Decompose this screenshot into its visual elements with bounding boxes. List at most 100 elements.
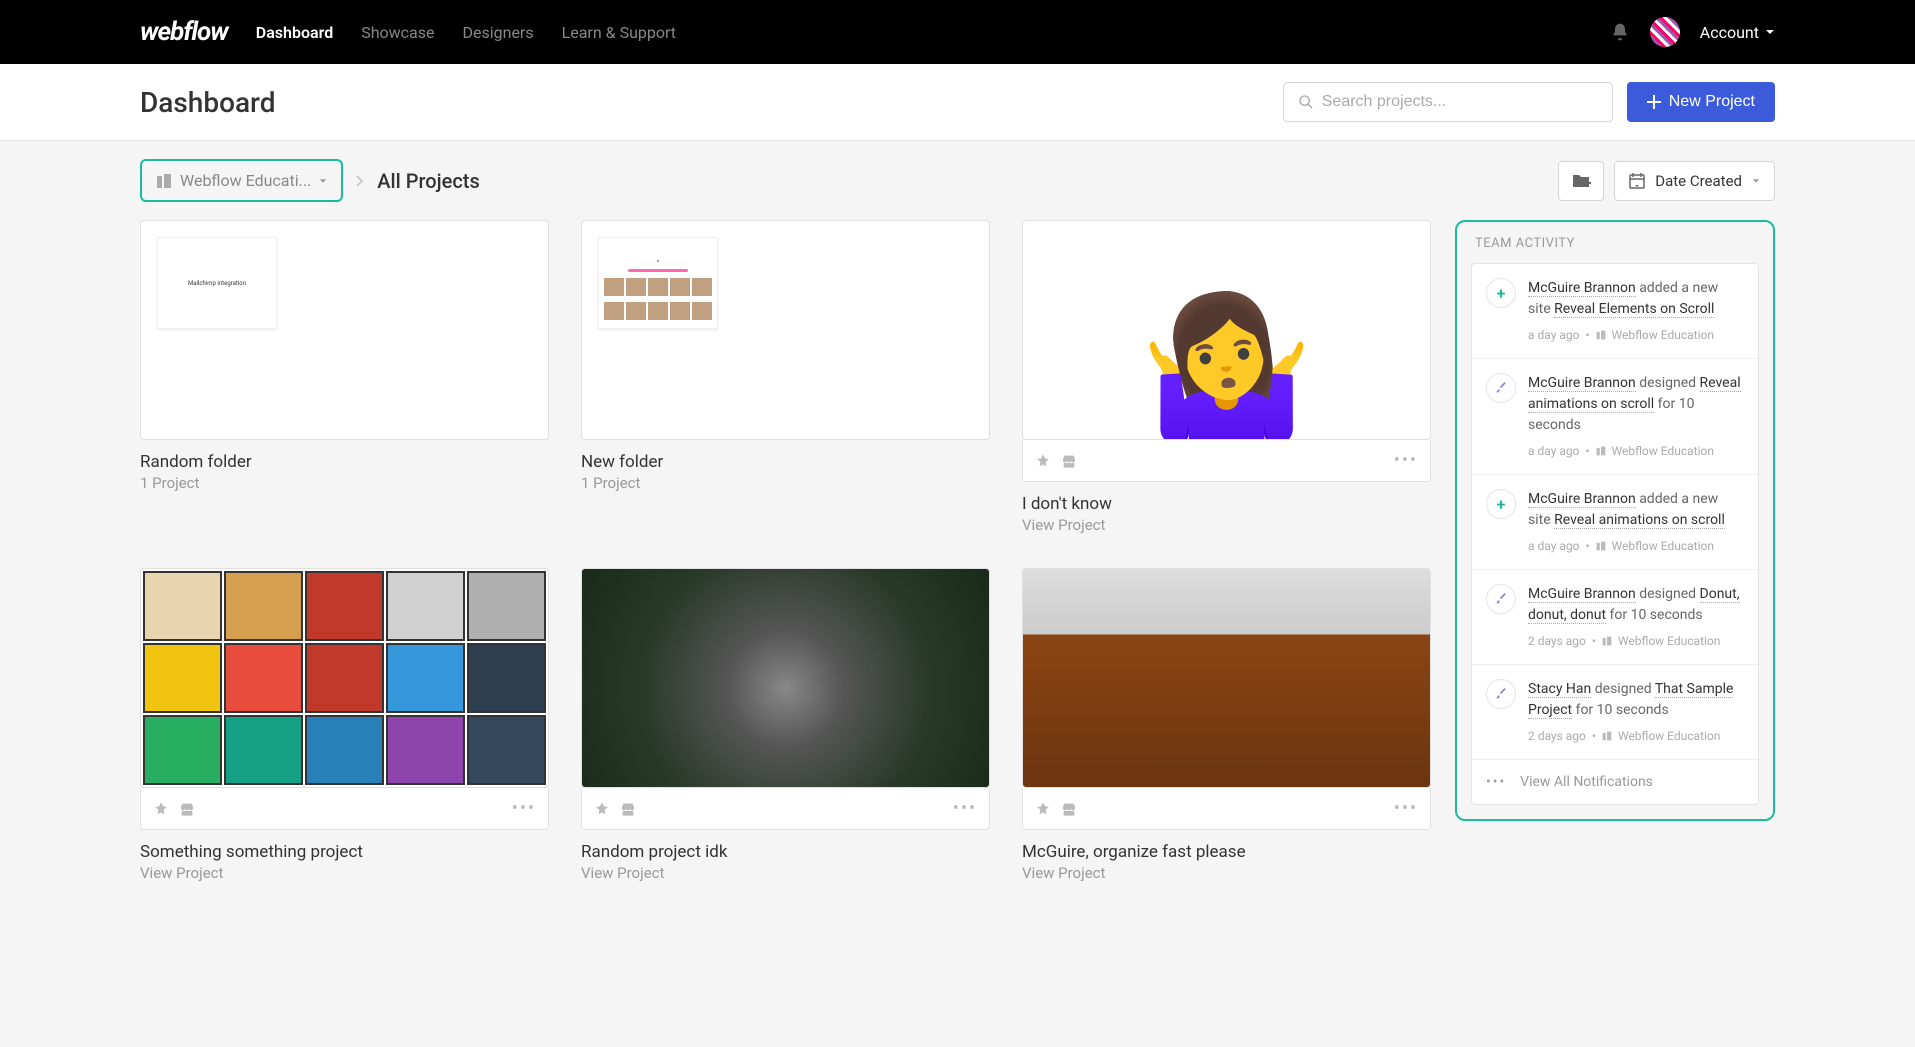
project-card[interactable]: ••• McGuire, organize fast please View P… [1022, 568, 1431, 882]
activity-item[interactable]: McGuire Brannon designed Donut, donut, d… [1472, 570, 1758, 665]
plus-icon: + [1486, 278, 1516, 308]
shop-icon [620, 801, 636, 817]
chevron-down-icon [1765, 27, 1775, 37]
activity-list: + McGuire Brannon added a new site Revea… [1471, 263, 1759, 805]
folder-card[interactable]: ● New folder 1 Project [581, 220, 990, 534]
shrug-emoji-icon: 🤷‍♀️ [1139, 299, 1313, 439]
view-all-notifications[interactable]: ••• View All Notifications [1472, 760, 1758, 804]
chevron-right-icon [355, 174, 365, 188]
team-selector[interactable]: Webflow Educati... [140, 159, 343, 202]
project-card[interactable]: ••• Random project idk View Project [581, 568, 990, 882]
activity-meta: a day ago • Webflow Education [1528, 442, 1744, 460]
search-box[interactable] [1283, 82, 1613, 122]
calendar-icon [1629, 173, 1645, 189]
card-title: Random folder [140, 452, 549, 472]
logo[interactable]: webflow [140, 17, 228, 47]
main-content: Mailchimp integration Random folder 1 Pr… [0, 220, 1915, 922]
activity-time: 2 days ago [1528, 632, 1586, 650]
activity-item[interactable]: + McGuire Brannon added a new site Revea… [1472, 264, 1758, 359]
nav-link-learn-support[interactable]: Learn & Support [562, 23, 676, 42]
activity-suffix: for 10 seconds [1606, 607, 1703, 623]
activity-user[interactable]: McGuire Brannon [1528, 375, 1636, 392]
nav-link-showcase[interactable]: Showcase [361, 23, 434, 42]
activity-suffix: for 10 seconds [1572, 702, 1669, 718]
card-title: Something something project [140, 842, 549, 862]
card-more-button[interactable]: ••• [1394, 450, 1418, 471]
activity-item[interactable]: + McGuire Brannon added a new site Revea… [1472, 475, 1758, 570]
new-project-label: New Project [1669, 93, 1755, 111]
building-icon [1596, 446, 1606, 456]
rocket-icon [1035, 453, 1051, 469]
activity-team: Webflow Education [1612, 442, 1714, 460]
folder-plus-icon [1571, 173, 1591, 189]
activity-time: a day ago [1528, 537, 1579, 555]
breadcrumb-separator [355, 174, 365, 188]
card-status-icons [153, 801, 195, 817]
sort-label: Date Created [1655, 172, 1742, 190]
search-input[interactable] [1322, 93, 1598, 111]
card-more-button[interactable]: ••• [512, 798, 536, 819]
notifications-icon[interactable] [1610, 22, 1630, 42]
project-card[interactable]: ••• Something something project View Pro… [140, 568, 549, 882]
sort-button[interactable]: Date Created [1614, 161, 1775, 201]
folder-preview: Mailchimp integration [157, 237, 277, 329]
building-icon [1596, 330, 1606, 340]
nav-link-designers[interactable]: Designers [462, 23, 533, 42]
nav-link-dashboard[interactable]: Dashboard [256, 23, 333, 42]
projects-grid: Mailchimp integration Random folder 1 Pr… [140, 220, 1431, 882]
breadcrumb-row: Webflow Educati... All Projects Date Cre… [0, 141, 1915, 220]
activity-time: a day ago [1528, 442, 1579, 460]
page-title: Dashboard [140, 86, 275, 119]
activity-meta: a day ago • Webflow Education [1528, 537, 1744, 555]
avatar[interactable] [1650, 17, 1680, 47]
folder-thumb: Mailchimp integration [140, 220, 549, 440]
card-subtitle[interactable]: View Project [1022, 516, 1431, 534]
activity-action: designed [1591, 681, 1655, 697]
activity-team: Webflow Education [1618, 727, 1720, 745]
card-title: McGuire, organize fast please [1022, 842, 1431, 862]
activity-user[interactable]: Stacy Han [1528, 681, 1591, 698]
activity-item[interactable]: Stacy Han designed That Sample Project f… [1472, 665, 1758, 760]
more-icon: ••• [1486, 774, 1506, 790]
building-icon [1602, 636, 1612, 646]
new-project-button[interactable]: New Project [1627, 82, 1775, 122]
activity-meta: 2 days ago • Webflow Education [1528, 727, 1744, 745]
activity-item[interactable]: McGuire Brannon designed Reveal animatio… [1472, 359, 1758, 475]
new-folder-button[interactable] [1558, 161, 1604, 201]
activity-target[interactable]: Reveal animations on scroll [1554, 512, 1725, 529]
card-more-button[interactable]: ••• [953, 798, 977, 819]
card-subtitle: 1 Project [140, 474, 549, 492]
activity-action: designed [1636, 586, 1700, 602]
card-footer: ••• [140, 788, 549, 830]
project-thumb [140, 568, 549, 788]
activity-time: a day ago [1528, 326, 1579, 344]
activity-time: 2 days ago [1528, 727, 1586, 745]
card-subtitle[interactable]: View Project [581, 864, 990, 882]
account-label: Account [1700, 23, 1759, 42]
project-card[interactable]: 🤷‍♀️ ••• I don't know View Project [1022, 220, 1431, 534]
activity-user[interactable]: McGuire Brannon [1528, 586, 1636, 603]
plus-icon: + [1486, 489, 1516, 519]
nav-links: Dashboard Showcase Designers Learn & Sup… [256, 23, 676, 42]
card-status-icons [1035, 453, 1077, 469]
rocket-icon [153, 801, 169, 817]
card-more-button[interactable]: ••• [1394, 798, 1418, 819]
account-menu[interactable]: Account [1700, 23, 1775, 42]
building-icon [1596, 541, 1606, 551]
top-nav-left: webflow Dashboard Showcase Designers Lea… [140, 17, 676, 47]
card-footer: ••• [581, 788, 990, 830]
card-footer: ••• [1022, 788, 1431, 830]
rocket-icon [594, 801, 610, 817]
activity-user[interactable]: McGuire Brannon [1528, 491, 1636, 508]
shop-icon [1061, 453, 1077, 469]
activity-target[interactable]: Reveal Elements on Scroll [1554, 301, 1714, 318]
caret-down-icon [1752, 177, 1760, 185]
dashboard-header: Dashboard New Project [0, 64, 1915, 141]
activity-user[interactable]: McGuire Brannon [1528, 280, 1636, 297]
activity-team: Webflow Education [1618, 632, 1720, 650]
activity-team: Webflow Education [1612, 537, 1714, 555]
card-subtitle[interactable]: View Project [140, 864, 549, 882]
activity-team: Webflow Education [1612, 326, 1714, 344]
card-subtitle[interactable]: View Project [1022, 864, 1431, 882]
folder-card[interactable]: Mailchimp integration Random folder 1 Pr… [140, 220, 549, 534]
